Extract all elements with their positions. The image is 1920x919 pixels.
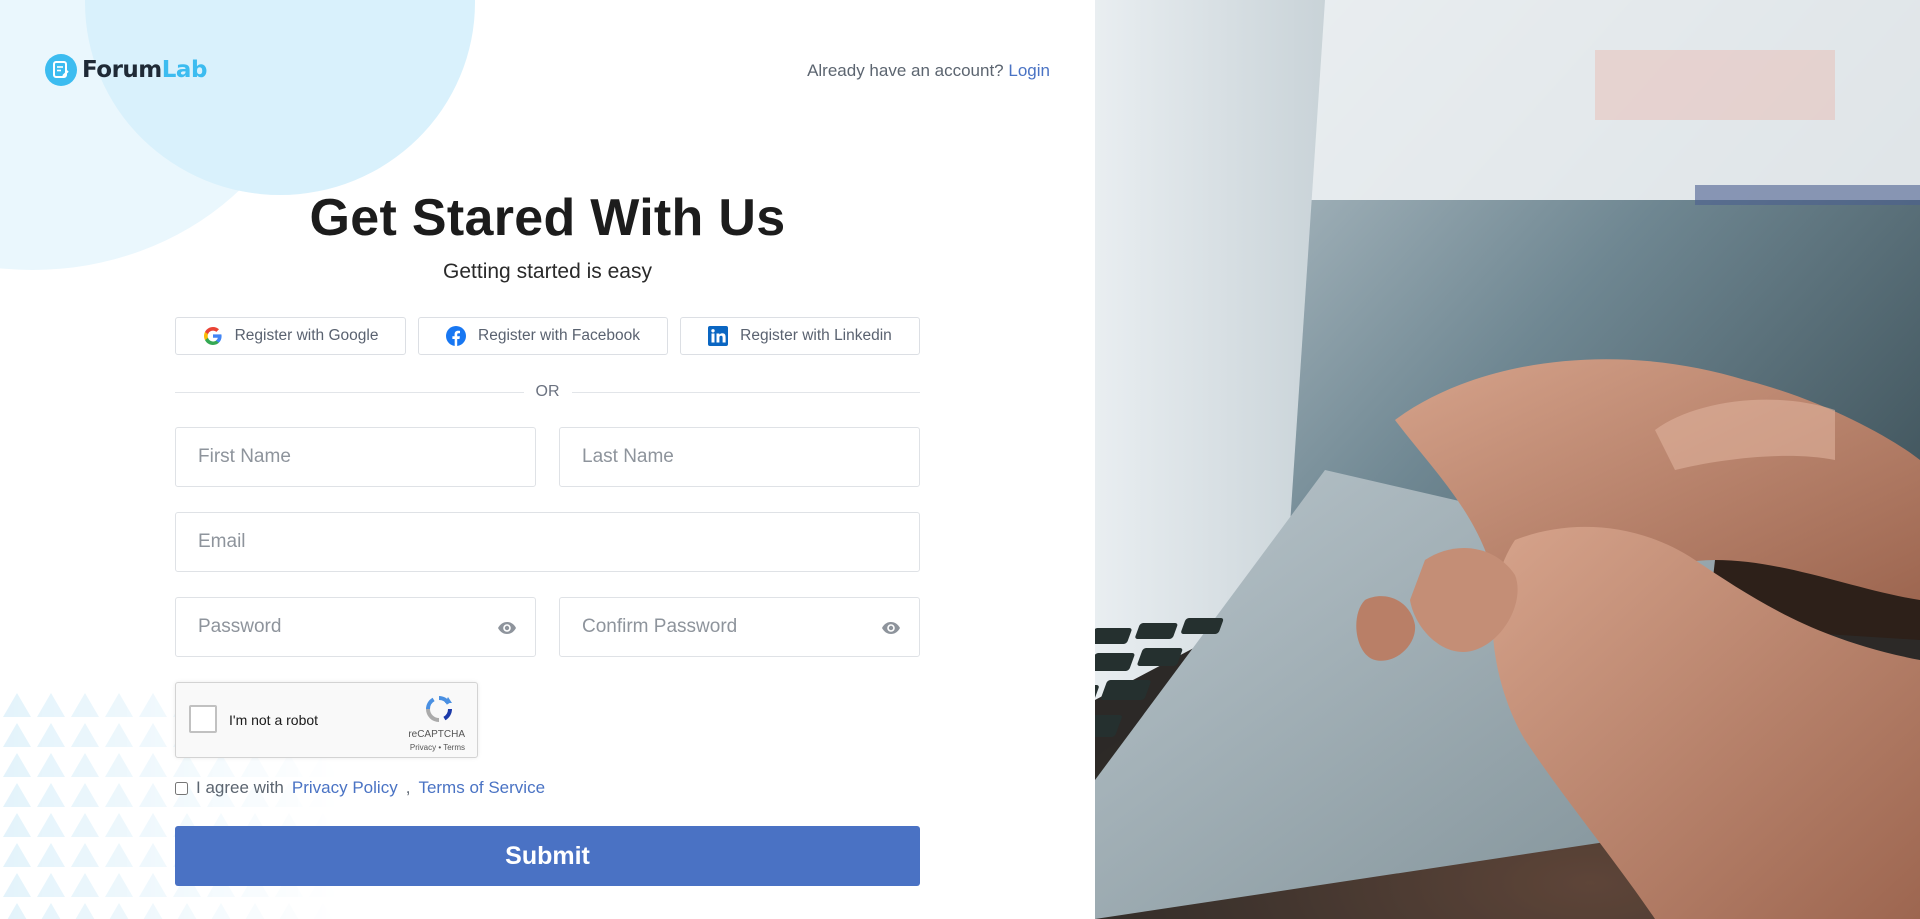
email-field [175, 512, 920, 572]
eye-icon[interactable] [881, 619, 901, 637]
google-icon [203, 327, 222, 345]
recaptcha-widget: I'm not a robot reCAPTCHA Privacy • Term… [175, 682, 478, 758]
page-title: Get Stared With Us [309, 189, 786, 247]
agree-separator: , [405, 778, 411, 797]
confirm-password-field [559, 597, 920, 657]
login-link[interactable]: Login [1008, 61, 1050, 80]
agree-checkbox[interactable] [175, 781, 188, 795]
agreement-row: I agree with Privacy Policy , Terms of S… [175, 778, 545, 798]
photo-illustration [1095, 0, 1920, 919]
signup-panel: ForumLab Already have an account? Login … [0, 0, 1095, 919]
divider-line [175, 391, 524, 393]
privacy-policy-link[interactable]: Privacy Policy [292, 778, 398, 798]
recaptcha-brand: reCAPTCHA [408, 729, 465, 740]
register-facebook-button[interactable]: Register with Facebook [418, 317, 668, 355]
brand-name: ForumLab [82, 57, 207, 83]
email-input[interactable] [176, 513, 919, 571]
recaptcha-links[interactable]: Privacy • Terms [410, 743, 465, 752]
or-label: OR [535, 383, 560, 400]
register-facebook-label: Register with Facebook [478, 327, 640, 344]
account-prompt-text: Already have an account? [807, 61, 1004, 80]
recaptcha-logo-icon [426, 696, 452, 722]
confirm-password-input[interactable] [560, 598, 919, 656]
eye-icon[interactable] [497, 619, 517, 637]
last-name-input[interactable] [560, 428, 919, 486]
page-subtitle: Getting started is easy [443, 260, 652, 283]
linkedin-icon [708, 326, 729, 346]
recaptcha-checkbox[interactable] [189, 705, 217, 733]
login-prompt: Already have an account? Login [807, 61, 1050, 81]
agree-prefix: I agree with [196, 778, 284, 797]
facebook-icon [446, 326, 467, 346]
last-name-field [559, 427, 920, 487]
submit-button[interactable]: Submit [175, 826, 920, 886]
or-divider: OR [175, 382, 920, 402]
register-linkedin-label: Register with Linkedin [740, 327, 892, 344]
terms-of-service-link[interactable]: Terms of Service [418, 778, 545, 798]
register-linkedin-button[interactable]: Register with Linkedin [680, 317, 920, 355]
hero-photo-laptop-typing [1095, 0, 1920, 919]
logo-icon [45, 54, 77, 86]
divider-line [571, 391, 920, 393]
password-field [175, 597, 536, 657]
first-name-input[interactable] [176, 428, 535, 486]
brand-logo[interactable]: ForumLab [45, 54, 207, 86]
first-name-field [175, 427, 536, 487]
social-register-row: Register with Google Register with Faceb… [175, 317, 920, 355]
password-input[interactable] [176, 598, 535, 656]
register-google-label: Register with Google [234, 327, 379, 344]
recaptcha-label: I'm not a robot [229, 712, 319, 728]
register-google-button[interactable]: Register with Google [175, 317, 406, 355]
